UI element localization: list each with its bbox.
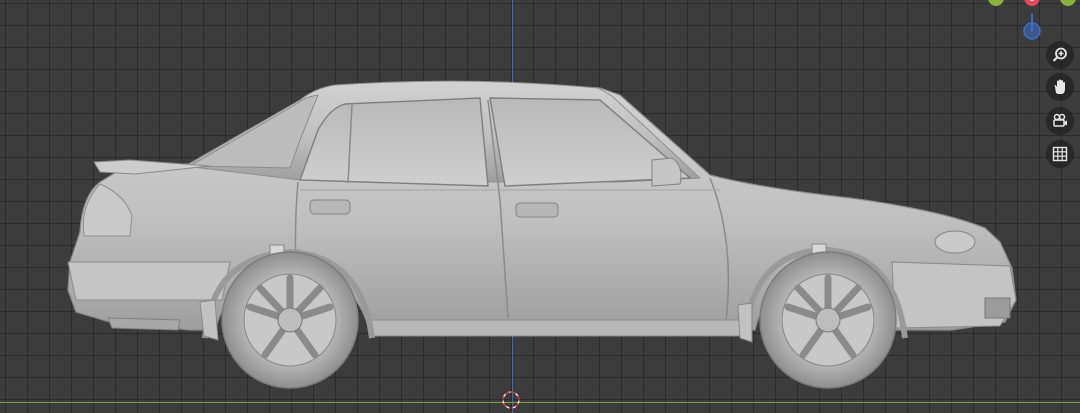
headlight — [934, 230, 976, 254]
front-wheel — [759, 251, 897, 389]
front-door-handle — [515, 202, 559, 218]
3d-viewport[interactable] — [0, 0, 1080, 413]
pan-hand-icon[interactable] — [1046, 73, 1074, 101]
y-axis-handle — [1060, 0, 1076, 6]
3d-cursor-icon[interactable] — [500, 389, 522, 411]
neg-y-axis-handle — [1023, 22, 1041, 40]
rear-wheel — [221, 251, 359, 389]
zoom-icon[interactable] — [1046, 41, 1074, 69]
camera-view-icon[interactable] — [1046, 107, 1074, 135]
grid-toggle-icon[interactable] — [1046, 140, 1074, 168]
orientation-gizmo[interactable] — [980, 0, 1080, 48]
rear-bumper — [67, 261, 231, 301]
side-mirror — [651, 157, 682, 187]
x-axis-handle — [988, 0, 1004, 6]
sedan-model[interactable] — [0, 0, 1080, 413]
rear-door-handle — [309, 199, 351, 215]
